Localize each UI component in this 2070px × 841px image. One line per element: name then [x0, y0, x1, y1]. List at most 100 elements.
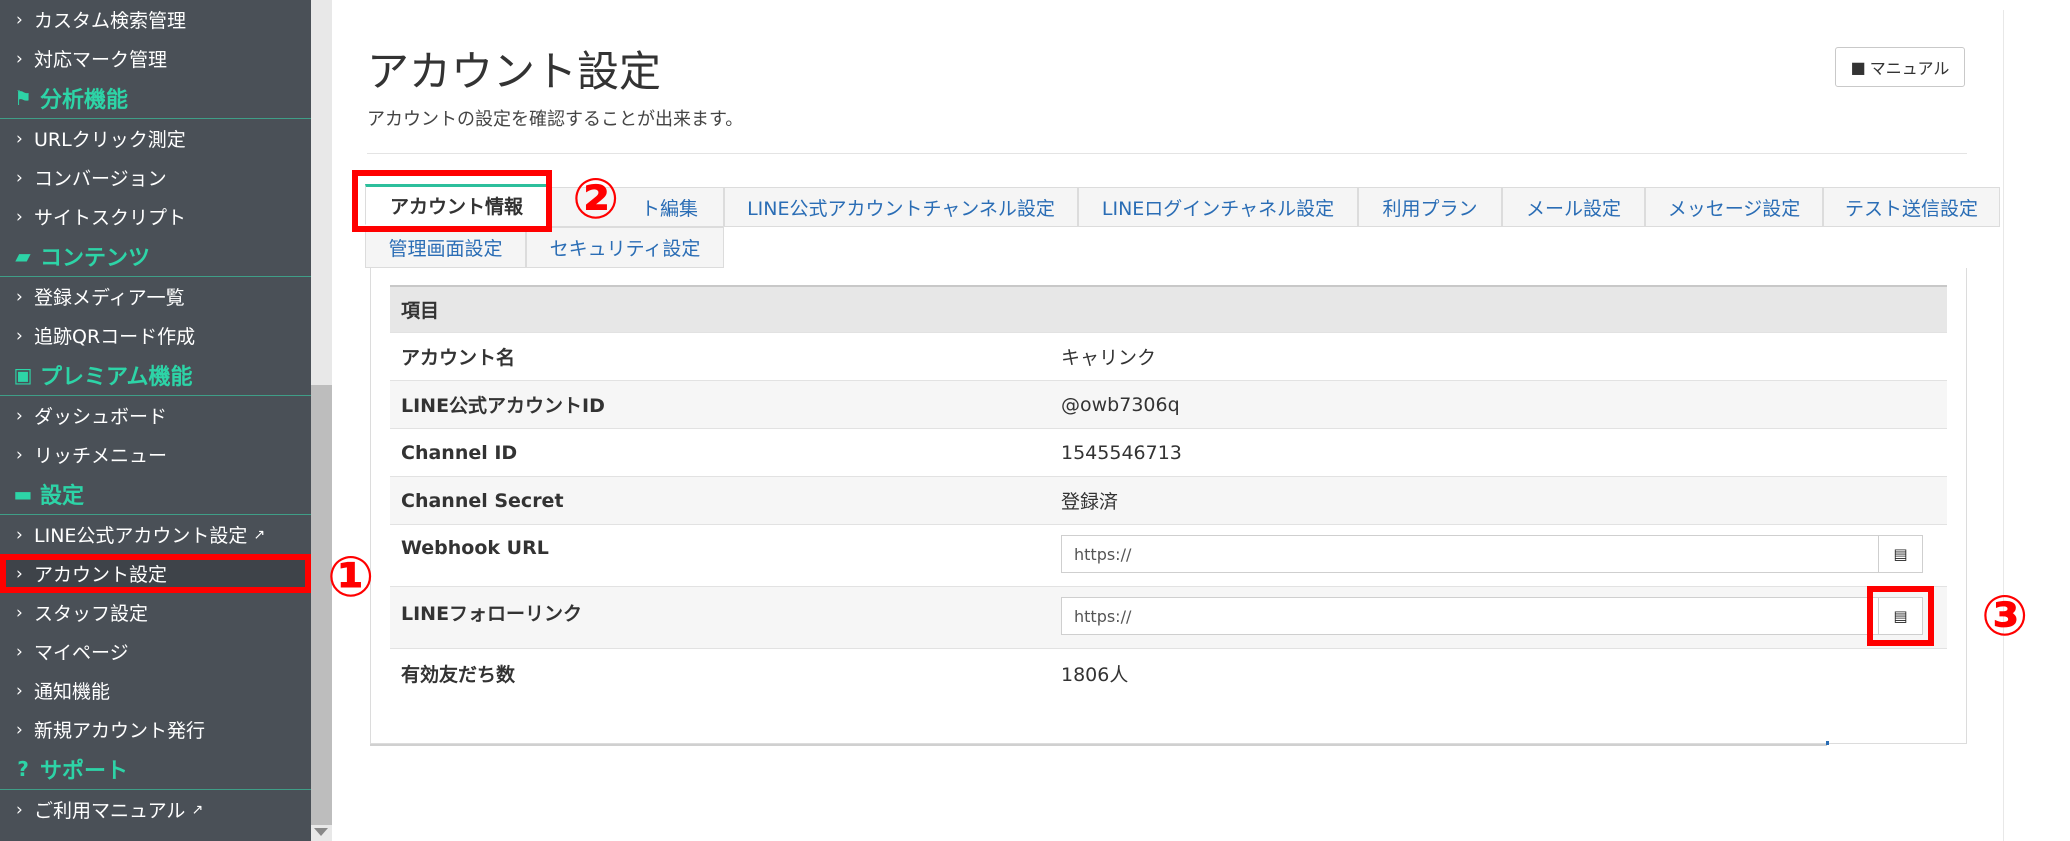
comment-icon: ▬ — [13, 482, 33, 506]
chevron-right-icon: › — [16, 602, 23, 623]
row-key: LINEフォローリンク — [401, 603, 583, 625]
table-row-follow-link: LINEフォローリンク ▤ — [390, 586, 1947, 649]
manual-button[interactable]: ■ マニュアル — [1835, 47, 1965, 87]
sidebar-item-label: コンバージョン — [34, 168, 167, 190]
table-header-row: 項目 — [390, 285, 1947, 333]
row-value: 1545546713 — [1061, 441, 1182, 464]
clipboard-icon: ▤ — [1893, 545, 1908, 563]
chevron-right-icon: › — [16, 286, 23, 307]
row-key: Channel Secret — [401, 489, 564, 512]
row-key: Webhook URL — [401, 537, 549, 559]
row-key: LINE公式アカウントID — [401, 395, 605, 417]
tab-security-settings[interactable]: セキュリティ設定 — [526, 227, 724, 268]
sidebar-item-label: 追跡QRコード作成 — [34, 326, 196, 348]
follow-link-group: ▤ — [1061, 586, 1934, 646]
sidebar-item-notifications[interactable]: › 通知機能 — [0, 671, 311, 710]
table-header-cell: 項目 — [401, 300, 440, 322]
chevron-right-icon: › — [16, 680, 23, 701]
divider — [367, 153, 1967, 154]
manual-button-label: マニュアル — [1869, 59, 1950, 78]
section-label: 設定 — [40, 484, 85, 509]
external-link-icon: ↗ — [253, 526, 266, 543]
section-label: プレミアム機能 — [40, 365, 193, 390]
callout-two: ② — [572, 167, 620, 232]
sidebar-item-label: スタッフ設定 — [34, 603, 149, 625]
folder-icon: ▰ — [15, 244, 31, 268]
tab-line-channel-settings[interactable]: LINE公式アカウントチャンネル設定 — [724, 187, 1078, 227]
sidebar-item-label: 通知機能 — [34, 681, 111, 703]
gift-icon: ▣ — [13, 363, 33, 387]
sidebar-item-media-list[interactable]: › 登録メディア一覧 — [0, 277, 311, 316]
page-title: アカウント設定 — [367, 47, 662, 96]
chevron-right-icon: › — [16, 719, 23, 740]
sidebar-item-label: ご利用マニュアル — [34, 800, 186, 822]
tab-test-send-settings[interactable]: テスト送信設定 — [1823, 187, 2000, 227]
sidebar: › カスタム検索管理 › 対応マーク管理 ⚑ 分析機能 › URLクリック測定 › コンバ… — [0, 0, 311, 841]
sidebar-item-mypage[interactable]: › マイページ — [0, 632, 311, 671]
sidebar-item-label: LINE公式アカウント設定 — [34, 525, 248, 547]
sidebar-item-custom-search[interactable]: › カスタム検索管理 — [0, 0, 311, 39]
sidebar-item-staff-settings[interactable]: › スタッフ設定 — [0, 593, 311, 632]
sidebar-section-analytics: ⚑ 分析機能 — [0, 78, 311, 119]
sidebar-item-line-account-settings[interactable]: › LINE公式アカウント設定 ↗ — [0, 515, 311, 554]
follow-link-input[interactable] — [1061, 597, 1878, 635]
clipboard-icon: ▤ — [1893, 607, 1908, 625]
section-label: サポート — [40, 759, 129, 784]
row-value: @owb7306q — [1061, 393, 1180, 416]
book-icon: ■ — [1850, 57, 1866, 77]
sidebar-item-qr-code[interactable]: › 追跡QRコード作成 — [0, 316, 311, 355]
account-info-table: 項目 アカウント名 キャリンク LINE公式アカウントID @owb7306q … — [390, 285, 1947, 697]
chevron-right-icon: › — [16, 167, 23, 188]
chevron-right-icon: › — [16, 9, 23, 30]
sidebar-item-mark-management[interactable]: › 対応マーク管理 — [0, 39, 311, 78]
row-value: ▤ — [1061, 535, 1947, 573]
webhook-url-group: ▤ — [1061, 535, 1923, 573]
sidebar-item-manual[interactable]: › ご利用マニュアル ↗ — [0, 790, 311, 829]
sidebar-item-label: マイページ — [34, 642, 129, 664]
callout-three: ③ — [1981, 584, 2029, 649]
question-icon: ? — [17, 757, 29, 781]
sidebar-item-dashboard[interactable]: › ダッシュボード — [0, 396, 311, 435]
chevron-right-icon: › — [16, 206, 23, 227]
sidebar-item-new-account[interactable]: › 新規アカウント発行 — [0, 710, 311, 749]
sidebar-item-label: 登録メディア一覧 — [34, 287, 185, 309]
external-link-icon: ↗ — [191, 801, 204, 818]
sidebar-scrollbar[interactable] — [311, 0, 332, 841]
copy-follow-link-button[interactable]: ▤ — [1867, 586, 1934, 646]
divider — [370, 744, 1827, 746]
sidebar-item-label: 対応マーク管理 — [34, 49, 168, 71]
highlight-box-tab — [352, 170, 552, 232]
sidebar-item-label: カスタム検索管理 — [34, 10, 187, 32]
table-row: LINE公式アカウントID @owb7306q — [390, 381, 1947, 429]
sidebar-item-rich-menu[interactable]: › リッチメニュー — [0, 435, 311, 474]
sidebar-item-account-settings[interactable]: › アカウント設定 — [0, 554, 311, 593]
tab-message-settings[interactable]: メッセージ設定 — [1645, 187, 1823, 227]
tab-line-login-channel[interactable]: LINEログインチャネル設定 — [1078, 187, 1358, 227]
sidebar-item-label: URLクリック測定 — [34, 129, 186, 151]
chevron-right-icon: › — [16, 563, 23, 584]
section-label: 分析機能 — [40, 88, 129, 113]
row-key: Channel ID — [401, 441, 518, 464]
sidebar-section-settings: ▬ 設定 — [0, 474, 311, 515]
sidebar-item-conversion[interactable]: › コンバージョン — [0, 158, 311, 197]
sidebar-section-contents: ▰ コンテンツ — [0, 236, 311, 277]
sidebar-item-site-script[interactable]: › サイトスクリプト — [0, 197, 311, 236]
scroll-down-arrow-icon[interactable] — [314, 828, 328, 836]
sidebar-item-label: 新規アカウント発行 — [34, 720, 206, 742]
sidebar-item-label: リッチメニュー — [34, 445, 168, 467]
tab-plan[interactable]: 利用プラン — [1358, 187, 1502, 227]
chevron-right-icon: › — [16, 48, 23, 69]
sidebar-item-label: サイトスクリプト — [34, 207, 187, 229]
flag-icon: ⚑ — [14, 86, 32, 110]
sidebar-item-label: ダッシュボード — [34, 406, 168, 428]
tab-mail-settings[interactable]: メール設定 — [1502, 187, 1645, 227]
sidebar-item-url-click[interactable]: › URLクリック測定 — [0, 119, 311, 158]
row-key: アカウント名 — [401, 347, 516, 369]
webhook-url-input[interactable] — [1061, 535, 1878, 573]
sidebar-section-premium: ▣ プレミアム機能 — [0, 355, 311, 396]
table-row: Channel Secret 登録済 — [390, 477, 1947, 525]
copy-webhook-button[interactable]: ▤ — [1878, 535, 1923, 573]
tab-admin-settings[interactable]: 管理画面設定 — [365, 227, 526, 268]
table-row: Channel ID 1545546713 — [390, 429, 1947, 477]
table-row: 有効友だち数 1806人 — [390, 649, 1947, 697]
